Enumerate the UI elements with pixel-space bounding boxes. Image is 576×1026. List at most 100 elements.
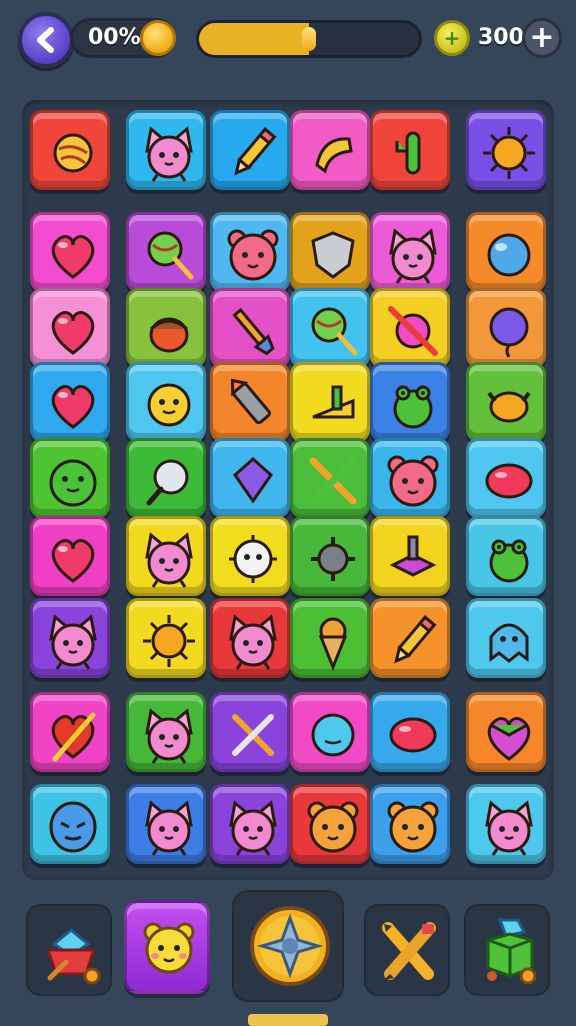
tile[interactable] [290, 212, 370, 292]
mirror-icon [146, 459, 189, 506]
tile[interactable] [290, 438, 370, 518]
tray-slot-3[interactable] [232, 890, 344, 1002]
gem-heart-icon [487, 717, 531, 761]
tile[interactable] [210, 516, 290, 596]
tile[interactable] [126, 362, 206, 442]
tile[interactable] [126, 212, 206, 292]
tile[interactable] [210, 212, 290, 292]
tray-slot-2[interactable] [124, 900, 210, 994]
coin-icon [140, 20, 176, 56]
tile[interactable] [210, 784, 290, 864]
tile[interactable] [290, 516, 370, 596]
tray-slot-1[interactable] [26, 904, 112, 996]
lollipop-icon [311, 307, 358, 356]
alien-face-icon [49, 801, 97, 853]
frog-icon [489, 539, 529, 583]
crossed-brush-icon [232, 714, 274, 756]
tile[interactable] [126, 110, 206, 190]
pig-face-icon [227, 229, 279, 281]
tile[interactable] [466, 362, 546, 442]
tile[interactable] [290, 362, 370, 442]
tile[interactable] [30, 110, 110, 190]
tile[interactable] [30, 288, 110, 368]
tile[interactable] [466, 692, 546, 772]
tile[interactable] [126, 288, 206, 368]
tile[interactable] [30, 598, 110, 678]
pig-face-icon [387, 455, 439, 507]
tray-slot-5[interactable] [464, 904, 550, 996]
bubble-icon [487, 233, 531, 277]
compass-orb-icon [250, 906, 330, 986]
crossed-candy-icon [388, 306, 438, 356]
tile[interactable] [126, 692, 206, 772]
tile[interactable] [30, 516, 110, 596]
tile[interactable] [466, 598, 546, 678]
tile[interactable] [370, 212, 450, 292]
currency-icon[interactable]: + [434, 20, 470, 56]
frog-icon [393, 385, 433, 429]
lollipop-icon [147, 231, 194, 280]
add-coins-button[interactable]: + [522, 18, 562, 58]
progress-knob [302, 27, 316, 51]
pencil-icon [234, 127, 277, 176]
blob-icon [485, 463, 533, 499]
heart-icon [51, 539, 95, 583]
tile[interactable] [370, 110, 450, 190]
tile[interactable] [210, 692, 290, 772]
tile[interactable] [126, 784, 206, 864]
tile[interactable] [370, 288, 450, 368]
progress-percent-label: 00% [88, 25, 141, 50]
tile[interactable] [30, 212, 110, 292]
crayon-icon [230, 378, 271, 425]
tile[interactable] [370, 598, 450, 678]
tile[interactable] [30, 692, 110, 772]
tile[interactable] [466, 212, 546, 292]
cat-face-icon [145, 800, 193, 856]
crab-icon [487, 391, 531, 423]
back-button[interactable] [18, 12, 74, 68]
cat-face-icon [229, 614, 277, 670]
sun-icon [143, 615, 195, 667]
tile[interactable] [370, 438, 450, 518]
paintbrush-icon [232, 307, 275, 356]
tile[interactable] [466, 516, 546, 596]
tile[interactable] [30, 784, 110, 864]
cat-face-icon [145, 126, 193, 182]
tile[interactable] [370, 362, 450, 442]
tile[interactable] [210, 110, 290, 190]
tile[interactable] [210, 438, 290, 518]
top-hat-icon [389, 535, 437, 577]
tile[interactable] [466, 110, 546, 190]
tile[interactable] [290, 784, 370, 864]
tile[interactable] [210, 598, 290, 678]
sun-icon [483, 127, 535, 179]
tile[interactable] [370, 784, 450, 864]
tray-slot-4[interactable] [364, 904, 450, 996]
tile[interactable] [466, 784, 546, 864]
tile[interactable] [290, 110, 370, 190]
top-hud: 00% + 300 + [0, 0, 576, 80]
level-progress-bar [196, 20, 422, 58]
green-cube-icon [486, 918, 537, 985]
level-progress-fill [199, 23, 309, 55]
tile[interactable] [126, 438, 206, 518]
kite-icon [233, 456, 273, 504]
tile[interactable] [210, 288, 290, 368]
tile[interactable] [466, 288, 546, 368]
cheese-icon [312, 385, 355, 419]
cat-face-icon [389, 228, 437, 284]
tile[interactable] [466, 438, 546, 518]
tile[interactable] [126, 598, 206, 678]
tile[interactable] [290, 692, 370, 772]
tile[interactable] [30, 438, 110, 518]
tile[interactable] [290, 598, 370, 678]
tile[interactable] [290, 288, 370, 368]
tile[interactable] [126, 516, 206, 596]
bear-face-icon [307, 801, 359, 853]
ice-cream-icon [318, 617, 348, 671]
tile[interactable] [30, 362, 110, 442]
tile[interactable] [210, 362, 290, 442]
tile[interactable] [370, 516, 450, 596]
tile[interactable] [370, 692, 450, 772]
slime-icon [49, 459, 97, 507]
